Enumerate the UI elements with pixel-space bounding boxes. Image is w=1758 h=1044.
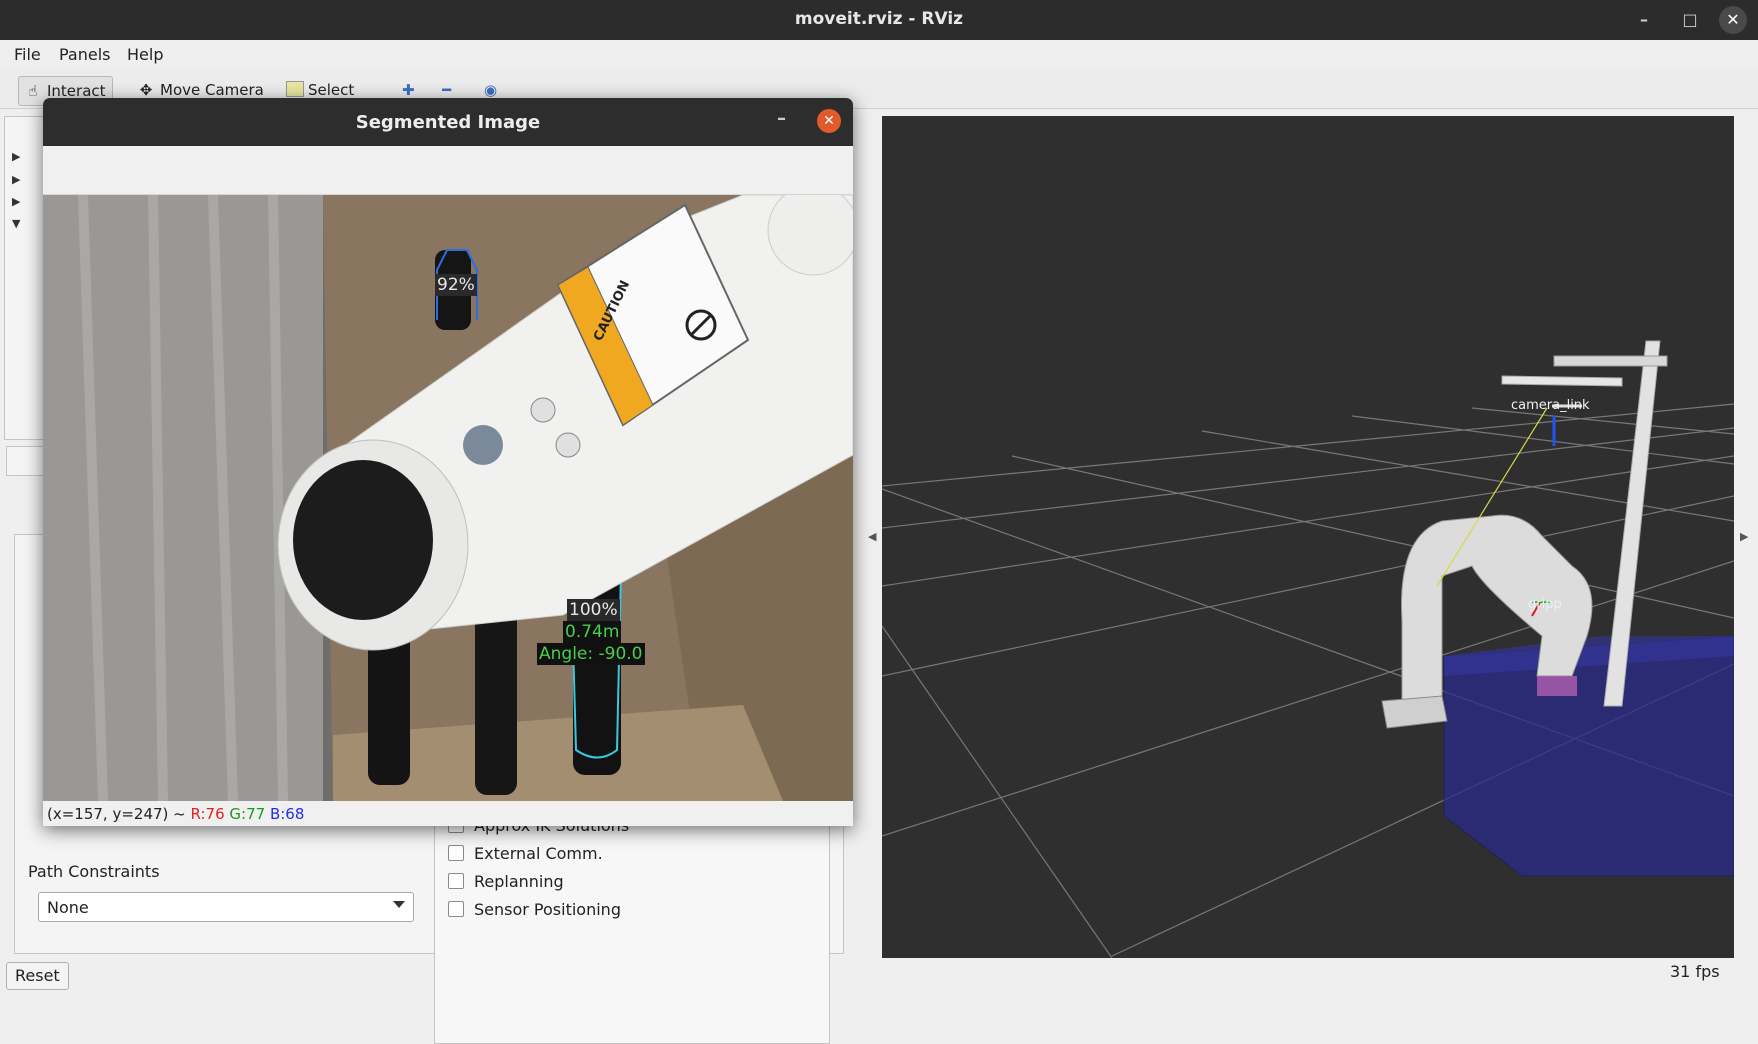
menu-panels[interactable]: Panels <box>59 45 111 64</box>
path-constraints-label: Path Constraints <box>28 862 160 881</box>
pixel-coords: (x=157, y=247) ~ <box>47 805 186 823</box>
maximize-icon[interactable]: □ <box>1676 6 1704 34</box>
camera-link-label: camera_link <box>1511 398 1590 413</box>
checkbox-label: Replanning <box>474 872 564 891</box>
expand-arrow-icon[interactable]: ▶ <box>12 150 20 163</box>
collapse-left-icon[interactable]: ◀ <box>868 530 876 543</box>
expand-arrow-icon[interactable]: ▶ <box>12 173 20 186</box>
detection-distance-label: 0.74m <box>563 621 622 643</box>
checkbox-icon[interactable] <box>448 873 464 889</box>
pixel-readout: (x=157, y=247) ~ R:76 G:77 B:68 <box>47 805 304 823</box>
menu-bar: File Panels Help <box>0 40 1758 68</box>
pixel-b-value: B:68 <box>269 805 305 823</box>
window-titlebar: moveit.rviz - RViz – □ ✕ <box>0 0 1758 40</box>
close-icon[interactable]: ✕ <box>817 109 841 133</box>
collapse-arrow-icon[interactable]: ▼ <box>12 217 20 230</box>
menu-help[interactable]: Help <box>127 45 163 64</box>
minimize-icon[interactable]: – <box>1630 6 1658 34</box>
checkbox-label: Sensor Positioning <box>474 900 621 919</box>
replanning-checkbox[interactable]: Replanning <box>448 872 564 891</box>
segmented-image-toolbar <box>43 146 853 195</box>
collapse-right-icon[interactable]: ▶ <box>1740 530 1748 543</box>
checkbox-icon[interactable] <box>448 901 464 917</box>
checkbox-label: External Comm. <box>474 844 603 863</box>
displays-panel <box>4 116 46 440</box>
menu-file[interactable]: File <box>14 45 41 64</box>
segmented-image-window: Segmented Image – ✕ CAUTION 92% 100% 0.7… <box>43 98 853 826</box>
select-box-icon <box>286 81 304 97</box>
external-comm-checkbox[interactable]: External Comm. <box>448 844 603 863</box>
minimize-icon[interactable]: – <box>777 108 786 129</box>
fps-counter: 31 fps <box>1670 962 1720 981</box>
segmented-image-titlebar[interactable]: Segmented Image – ✕ <box>43 98 853 146</box>
scene-grid <box>882 340 1734 958</box>
hand-icon: ☝ <box>28 82 38 100</box>
pixel-g-value: G:77 <box>229 805 266 823</box>
detection-angle-label: Angle: -90.0 <box>537 643 645 665</box>
path-constraints-value: None <box>47 898 89 917</box>
gripper-label: gripp <box>1528 597 1562 612</box>
render-viewport[interactable]: camera_link gripp <box>882 116 1734 958</box>
camera-image[interactable]: CAUTION 92% 100% 0.74m Angle: -90.0 <box>43 195 853 801</box>
pixel-status-bar: (x=157, y=247) ~ R:76 G:77 B:68 <box>43 802 853 826</box>
detection-confidence-label: 92% <box>435 274 477 296</box>
window-title: moveit.rviz - RViz <box>794 9 964 29</box>
chevron-down-icon <box>393 901 405 908</box>
reset-button[interactable]: Reset <box>6 962 69 990</box>
pixel-r-value: R:76 <box>190 805 225 823</box>
close-icon[interactable]: ✕ <box>1719 6 1747 34</box>
expand-arrow-icon[interactable]: ▶ <box>12 195 20 208</box>
sensor-positioning-checkbox[interactable]: Sensor Positioning <box>448 900 621 919</box>
select-label: Select <box>308 81 355 99</box>
detection-confidence-label: 100% <box>567 599 620 621</box>
path-constraints-select[interactable]: None <box>38 892 414 922</box>
panel-button-stub[interactable] <box>6 446 48 476</box>
checkbox-icon[interactable] <box>448 845 464 861</box>
segmented-image-title: Segmented Image <box>355 112 541 133</box>
move-camera-label: Move Camera <box>160 81 264 99</box>
